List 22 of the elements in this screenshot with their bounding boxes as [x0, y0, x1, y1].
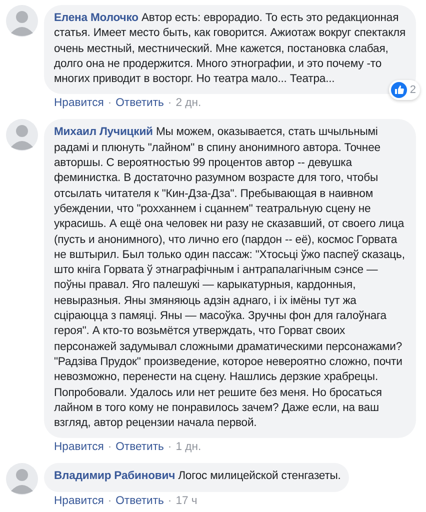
comment-text: Михаил Лучицкий Мы можем, оказывается, стать шчыльнымі радамі и плюнуть "лайном" в спину анонимного автора. Точнее авторшы. С вероятностью 99 процентов автор -- девушка феминистка. В достаточно разумном возрасте для того, чтобы отсылать читателя к "Кин-Дза-Дза". Пребывающая в наивном убеждении, что "рохханнем і сцаннем" театральную сцену не украсишь. А ещё она человек ни разу не сказавший, от своего лица (пусть и анонимного), что лично его (пардон -- её), космос Горвата не вштырил. Был только один пассаж: "Хтосьці ўжо паспеў сказаць, што кніга Горвата ў этнаграфічным і антрапалагічным сэнсе — поўны правал. Яго палешукі — карыкатурныя, кардонныя, невыразныя. Яны змяняюць адзін аднаго, і іх імёны тут жа сціраюцца з памяці. Яны — масоўка. Зручны фон для галоўнага героя". А кто-то возьмётся утверждать, что Горват своих персонажей задумывал сложными драматическими персонажами? "Радзіва Прудок" произведение, которое невероятно сложно, почти невозможно, перенести на сцену. Нашлись дерзкие храбрецы. Попробовали. Удалось или нет решите без меня. Но бросаться лайном в того кому не понравилось зачем? Даже если, на ваш взгляд, автор рецензии начала первой.: [54, 125, 406, 432]
avatar[interactable]: [6, 5, 38, 37]
action-link[interactable]: Ответить: [116, 494, 164, 509]
action-link[interactable]: Нравится: [54, 494, 104, 509]
separator: ·: [108, 96, 112, 112]
separator: ·: [168, 440, 172, 456]
avatar[interactable]: [6, 119, 38, 152]
comment-text: Владимир Рабинович Логос милицейской стенгазеты.: [54, 469, 341, 484]
action-link[interactable]: Ответить: [116, 96, 164, 112]
action-link[interactable]: Нравится: [54, 440, 104, 456]
author-link[interactable]: Елена Молочко: [54, 12, 138, 24]
action-link[interactable]: Ответить: [116, 440, 164, 456]
separator: ·: [108, 494, 112, 509]
author-link[interactable]: Михаил Лучицкий: [54, 126, 153, 138]
author-link[interactable]: Владимир Рабинович: [54, 470, 176, 482]
like-icon: [390, 82, 407, 98]
avatar[interactable]: [6, 463, 38, 496]
separator: ·: [108, 440, 112, 456]
separator: ·: [168, 96, 172, 112]
reaction-count: 2: [410, 84, 416, 96]
separator: ·: [168, 494, 172, 509]
action-link[interactable]: Нравится: [54, 96, 104, 112]
